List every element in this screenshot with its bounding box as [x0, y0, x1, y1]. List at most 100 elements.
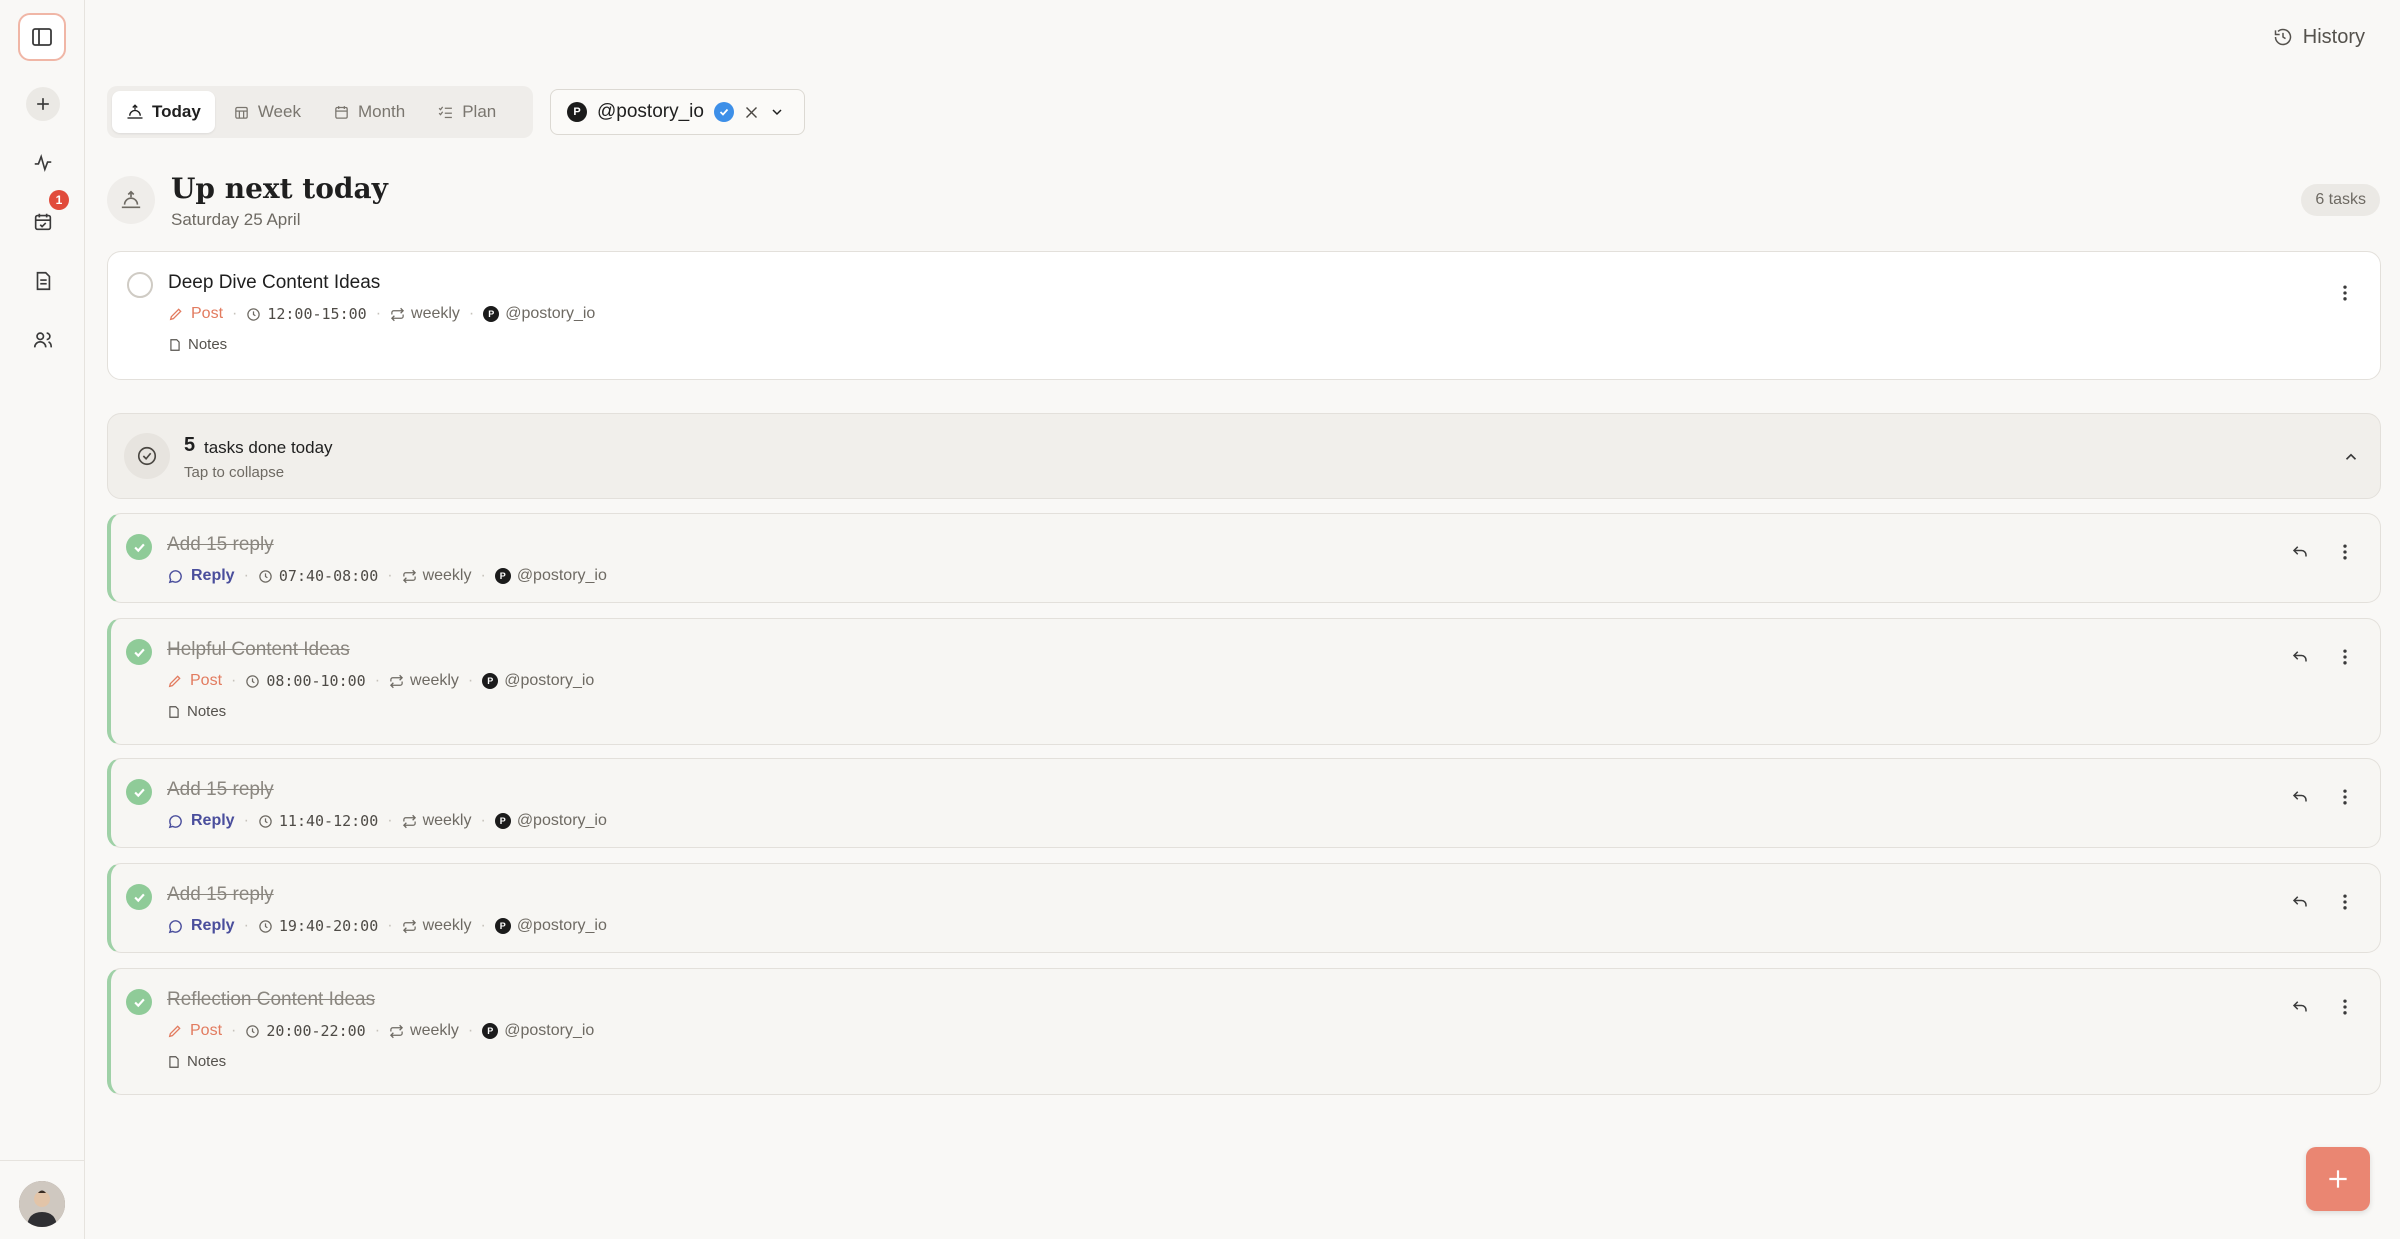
task-time-label: 08:00-10:00	[266, 672, 366, 690]
tab-month-label: Month	[357, 102, 406, 121]
task-account: P @postory_io	[482, 1022, 594, 1040]
completed-checkbox[interactable]	[126, 884, 152, 910]
task-meta: Reply · 07:40-08:00 · weekly · P @postory_io	[167, 566, 607, 586]
users-icon	[33, 332, 53, 348]
completed-task-card[interactable]: Add 15 reply Reply · 11:40-12:00 · weekly · P @p…	[107, 758, 2381, 848]
undo-button[interactable]	[2285, 537, 2315, 567]
undo-button[interactable]	[2285, 782, 2315, 812]
task-account-label: @postory_io	[516, 917, 607, 934]
sidebar: 1	[0, 0, 85, 1239]
more-options-button[interactable]	[2330, 537, 2360, 567]
task-time-label: 19:40-20:00	[278, 917, 379, 935]
task-time: 08:00-10:00	[245, 672, 366, 690]
verified-badge-icon	[713, 102, 734, 122]
task-count-badge: 6 tasks	[2301, 184, 2380, 216]
tab-week[interactable]: Week	[219, 91, 315, 133]
task-notes[interactable]: Notes	[167, 1053, 226, 1070]
tab-today[interactable]: Today	[112, 91, 215, 133]
sidebar-item-activity[interactable]	[26, 146, 60, 180]
task-account-label: @postory_io	[516, 567, 607, 584]
task-type: Reply	[167, 812, 235, 830]
task-meta: Post · 12:00-15:00 · weekly · P @postory…	[168, 304, 595, 324]
view-tabs: Today Week Month Plan	[107, 86, 533, 138]
undo-button[interactable]	[2285, 992, 2315, 1022]
avatar[interactable]	[19, 1181, 65, 1227]
check-icon	[133, 648, 145, 657]
undo-button[interactable]	[2285, 887, 2315, 917]
separator: ·	[231, 1022, 237, 1039]
repeat-icon	[402, 919, 416, 933]
more-vertical-icon	[2343, 285, 2347, 301]
task-title: Add 15 reply	[167, 884, 274, 905]
document-icon	[36, 271, 51, 291]
separator: ·	[231, 672, 237, 689]
separator: ·	[468, 305, 475, 322]
account-logo-icon: P	[567, 102, 587, 122]
task-time-label: 12:00-15:00	[267, 305, 367, 323]
tab-week-label: Week	[257, 102, 301, 121]
task-repeat: weekly	[402, 567, 471, 585]
separator: ·	[387, 567, 393, 584]
history-button[interactable]: History	[2273, 24, 2365, 50]
tab-month[interactable]: Month	[319, 91, 419, 133]
task-meta: Post · 20:00-22:00 · weekly · P @postory_io	[167, 1021, 594, 1041]
more-vertical-icon	[2343, 544, 2347, 560]
clock-icon	[259, 919, 272, 933]
undo-icon	[2292, 546, 2307, 557]
separator: ·	[480, 812, 486, 829]
more-options-button[interactable]	[2330, 642, 2360, 672]
pencil-icon	[169, 308, 182, 321]
task-repeat-label: weekly	[410, 1022, 459, 1039]
more-options-button[interactable]	[2330, 887, 2360, 917]
more-vertical-icon	[2343, 894, 2347, 910]
sidebar-item-calendar[interactable]	[26, 205, 60, 239]
plus-icon	[2329, 1170, 2347, 1188]
clock-icon	[259, 814, 272, 828]
add-task-fab[interactable]	[2306, 1147, 2370, 1211]
completed-checkbox[interactable]	[126, 639, 152, 665]
task-checkbox[interactable]	[127, 272, 153, 298]
task-type-label: Reply	[191, 567, 235, 584]
more-options-button[interactable]	[2330, 278, 2360, 308]
separator: ·	[467, 1022, 474, 1039]
task-time: 07:40-08:00	[258, 567, 378, 585]
done-label: tasks done today	[204, 438, 333, 457]
account-selector[interactable]: P @postory_io	[550, 89, 805, 135]
task-notes[interactable]: Notes	[167, 703, 226, 720]
task-account: P @postory_io	[482, 672, 594, 690]
sidebar-toggle-button[interactable]	[18, 13, 66, 61]
x-platform-icon	[745, 106, 757, 118]
undo-button[interactable]	[2285, 642, 2315, 672]
completed-task-card[interactable]: Add 15 reply Reply · 07:40-08:00 · weekly · P @p…	[107, 513, 2381, 603]
chevron-down-icon	[772, 109, 782, 116]
more-options-button[interactable]	[2330, 992, 2360, 1022]
task-time-label: 20:00-22:00	[266, 1022, 366, 1040]
task-time: 19:40-20:00	[258, 917, 378, 935]
completed-task-card[interactable]: Reflection Content Ideas Post · 20:00-22:00…	[107, 968, 2381, 1095]
completed-task-card[interactable]: Helpful Content Ideas Post · 08:00-10:00 · we…	[107, 618, 2381, 745]
check-icon	[133, 998, 145, 1007]
tab-plan-label: Plan	[462, 102, 497, 121]
separator: ·	[480, 917, 486, 934]
sidebar-item-team[interactable]	[26, 323, 60, 357]
tab-plan[interactable]: Plan	[423, 91, 510, 133]
task-account-label: @postory_io	[505, 305, 596, 322]
task-card[interactable]: Deep Dive Content Ideas Post · 12:00-15:…	[107, 251, 2381, 380]
completed-checkbox[interactable]	[126, 989, 152, 1015]
separator: ·	[374, 1022, 381, 1039]
completed-checkbox[interactable]	[126, 779, 152, 805]
completed-checkbox[interactable]	[126, 534, 152, 560]
completed-task-card[interactable]: Add 15 reply Reply · 19:40-20:00 · weekly · P @p…	[107, 863, 2381, 953]
done-summary-toggle[interactable]: 5 tasks done today Tap to collapse	[107, 413, 2381, 499]
undo-icon	[2292, 651, 2307, 662]
more-options-button[interactable]	[2330, 782, 2360, 812]
notification-badge: 1	[49, 190, 69, 210]
account-handle: @postory_io	[597, 101, 704, 122]
sidebar-add-button[interactable]	[26, 87, 60, 121]
task-time: 11:40-12:00	[258, 812, 378, 830]
sidebar-item-documents[interactable]	[26, 264, 60, 298]
sidebar-toggle-icon	[32, 28, 52, 46]
activity-icon	[34, 153, 52, 173]
task-notes[interactable]: Notes	[168, 336, 227, 353]
sunrise-icon	[127, 104, 143, 119]
